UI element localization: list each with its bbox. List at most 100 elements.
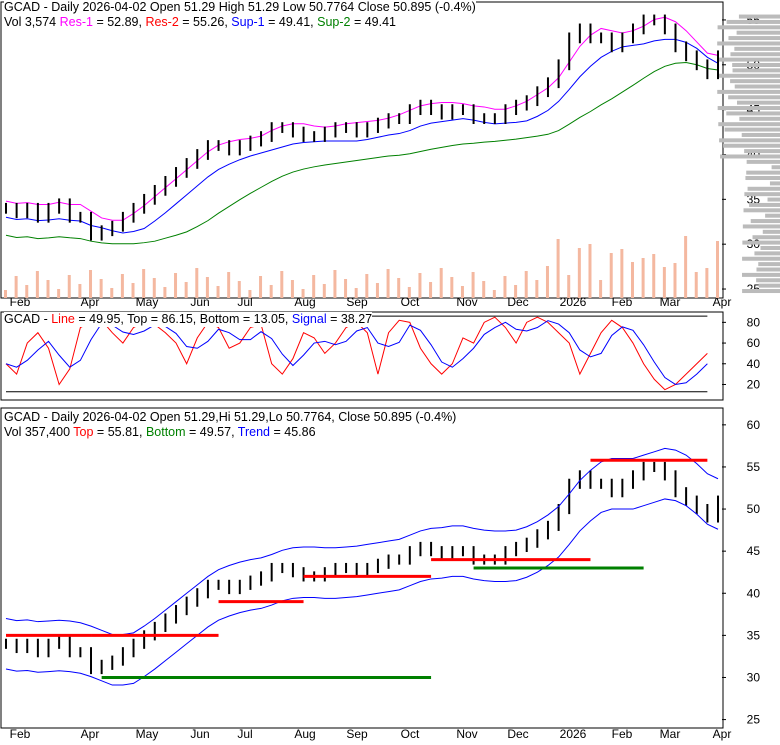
volume-bar — [365, 274, 369, 298]
y-tick-label: 25 — [747, 713, 761, 727]
volume-profile-bar — [742, 256, 780, 261]
legend-top: Top = 86.15, — [127, 312, 200, 326]
volume-profile-bar — [717, 89, 780, 94]
volume-bar — [652, 254, 656, 298]
volume-profile-bar — [744, 149, 780, 154]
volume-profile-bar — [754, 251, 780, 256]
volume-profile-bar — [756, 278, 780, 283]
volume-bar — [492, 290, 496, 298]
legend-bottom: Bottom = 49.57, — [145, 425, 238, 439]
volume-bar — [705, 268, 709, 298]
volume-bar — [641, 258, 645, 298]
legend-res-1: Res-1 = 52.89, — [59, 15, 146, 29]
volume-bar — [174, 273, 178, 298]
x-tick-label: Jun — [190, 727, 209, 741]
volume-bar — [46, 280, 50, 298]
volume-bar — [89, 270, 93, 298]
volume-bar — [535, 280, 539, 298]
volume-profile-bar — [749, 202, 780, 207]
volume-profile-bar — [769, 181, 780, 186]
volume-bar — [333, 270, 337, 298]
volume-bar — [237, 281, 241, 298]
volume-profile-bar — [732, 68, 780, 73]
volume-bar — [460, 286, 464, 298]
volume-bar — [195, 268, 199, 298]
volume-profile-bar — [728, 95, 780, 100]
volume-bar — [630, 262, 634, 298]
volume-bar — [131, 283, 135, 298]
volume-bar — [588, 244, 592, 298]
volume-bar — [375, 283, 379, 298]
x-tick-label: Mar — [660, 295, 681, 309]
legend-sup-2: Sup-2 = 49.41 — [317, 15, 397, 29]
trend-legend: GCAD - Daily 2026-04-02 Open 51.29,Hi 51… — [4, 410, 457, 440]
y-tick-label: 40 — [747, 586, 761, 600]
volume-profile-bar — [742, 289, 780, 294]
volume-bar — [216, 286, 220, 298]
volume-profile-bar — [718, 122, 780, 127]
volume-profile-bar — [728, 36, 780, 41]
stock-chart: 25303540455055204060802530354045505560Fe… — [0, 1, 780, 741]
volume-profile-bar — [717, 25, 780, 30]
volume-bar — [78, 284, 82, 298]
volume-profile-bar — [726, 111, 780, 116]
price-legend: GCAD - Daily 2026-04-02 Open 51.29 High … — [4, 0, 476, 30]
volume-bar — [397, 278, 401, 298]
volume-profile-bar — [717, 41, 780, 46]
x-tick-label: Apr — [81, 727, 100, 741]
y-tick-label: 40 — [747, 357, 761, 371]
volume-profile-bar — [737, 100, 780, 105]
volume-bar — [67, 275, 71, 298]
x-tick-label: Nov — [456, 727, 477, 741]
volume-bar — [280, 271, 284, 298]
volume-profile-bar — [762, 229, 780, 234]
volume-bar — [471, 272, 475, 298]
volume-bar — [482, 281, 486, 298]
x-tick-label: Sep — [346, 727, 368, 741]
volume-bar — [163, 287, 167, 298]
volume-profile-bar — [717, 57, 780, 62]
volume-bar — [99, 279, 103, 298]
x-tick-label: Mar — [660, 727, 681, 741]
x-tick-label: Feb — [612, 727, 633, 741]
volume-bar — [322, 284, 326, 298]
x-tick-label: 2026 — [560, 295, 587, 309]
volume-bar — [142, 269, 146, 298]
volume-bar — [450, 277, 454, 298]
x-tick-label: May — [136, 727, 159, 741]
volume-bar — [716, 241, 719, 298]
y-tick-label: 20 — [747, 377, 761, 391]
volume-bar — [4, 290, 7, 298]
volume-profile-bar — [747, 186, 780, 191]
volume-profile-bar — [738, 14, 780, 19]
price-title: GCAD - Daily 2026-04-02 Open 51.29 High … — [4, 0, 476, 14]
legend-bottom: Bottom = 13.05, — [199, 312, 292, 326]
osc-legend: GCAD - Line = 49.95, Top = 86.15, Bottom… — [4, 312, 373, 327]
y-tick-label: 30 — [747, 670, 761, 684]
volume-profile-bar — [742, 272, 780, 277]
x-tick-label: Apr — [713, 727, 732, 741]
trend-title: GCAD - Daily 2026-04-02 Open 51.29,Hi 51… — [4, 410, 457, 424]
volume-bar — [354, 288, 358, 298]
volume-profile-bar — [746, 159, 780, 164]
volume-bar — [227, 272, 231, 298]
volume-profile-bar — [739, 116, 780, 121]
x-tick-label: Oct — [401, 727, 420, 741]
volume-profile-bar — [723, 143, 780, 148]
volume-bar — [545, 266, 549, 298]
volume-bar — [567, 275, 571, 298]
volume-profile-bar — [746, 170, 780, 175]
volume-profile-bar — [758, 283, 780, 288]
volume-bar — [14, 276, 18, 298]
volume-bar — [599, 280, 603, 298]
volume-profile-bar — [717, 106, 780, 111]
volume-profile-bar — [724, 127, 780, 132]
volume-bar — [301, 289, 305, 298]
volume-profile-bar — [741, 132, 780, 137]
panel-frame — [0, 1, 724, 299]
y-tick-label: 50 — [747, 502, 761, 516]
y-tick-label: 45 — [747, 544, 761, 558]
x-tick-label: Apr — [713, 295, 732, 309]
legend-trend: Trend = 45.86 — [237, 425, 316, 439]
volume-bar — [205, 277, 209, 298]
